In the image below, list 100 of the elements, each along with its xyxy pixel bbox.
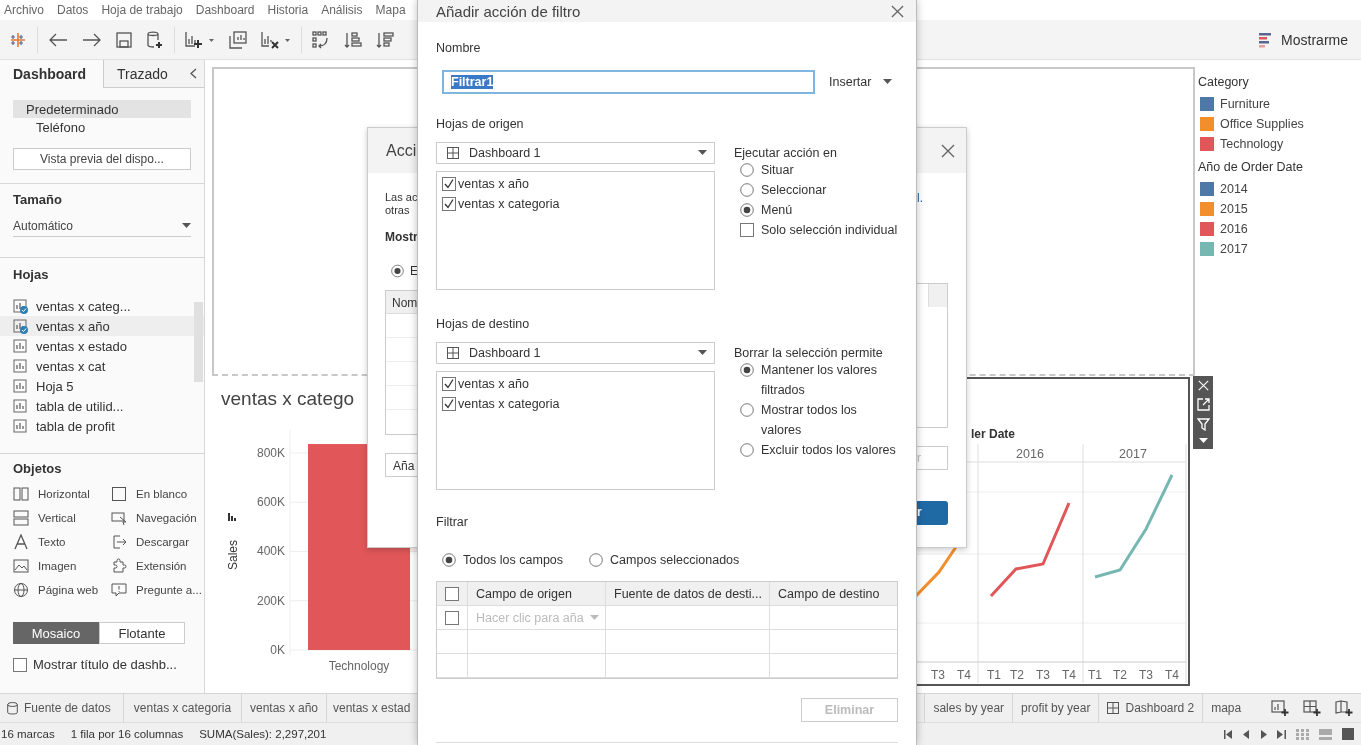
checkbox[interactable]	[740, 223, 754, 237]
new-data-source-icon[interactable]	[146, 30, 164, 49]
device-preview-button[interactable]: Vista previa del dispo...	[13, 148, 191, 170]
close-icon[interactable]	[891, 4, 904, 18]
sheet-item[interactable]: tabla de utilid...	[0, 396, 204, 416]
radio-label: Excluir todos los valores	[761, 442, 896, 459]
object-item[interactable]: Imagen	[13, 558, 111, 574]
sheet-icon	[13, 359, 27, 373]
row-checkbox[interactable]	[445, 610, 459, 625]
new-worksheet-icon[interactable]	[1271, 700, 1289, 716]
back-arrow-icon[interactable]	[48, 31, 68, 48]
dialog-title: Acci	[385, 141, 418, 161]
last-page-icon[interactable]	[1277, 729, 1286, 739]
popout-icon[interactable]	[1196, 398, 1210, 411]
sheet-item[interactable]: ventas x categ...	[0, 296, 204, 316]
device-item[interactable]: Teléfono	[13, 118, 191, 136]
radio-button[interactable]	[391, 264, 404, 278]
object-item[interactable]: Página web	[13, 582, 111, 598]
close-icon[interactable]	[941, 143, 955, 158]
section-title: Tamaño	[13, 192, 63, 207]
swap-icon[interactable]	[312, 30, 330, 49]
new-story-icon[interactable]	[1335, 700, 1353, 716]
tableau-logo-icon[interactable]	[9, 30, 27, 49]
sheet-item[interactable]: tabla de profit	[0, 416, 204, 436]
radio-button[interactable]	[740, 403, 754, 417]
select-all-checkbox[interactable]	[445, 586, 459, 601]
save-icon[interactable]	[116, 31, 132, 48]
checkbox[interactable]	[442, 197, 456, 211]
sheet-tab[interactable]: ventas x estad	[327, 694, 411, 722]
sheet-source-dropdown[interactable]: Dashboard 1	[436, 342, 715, 364]
radio-button[interactable]	[740, 183, 754, 197]
layout-mode-toggle[interactable]: Mosaico	[13, 622, 99, 644]
sheet-source-dropdown[interactable]: Dashboard 1	[436, 142, 715, 164]
sheet-item[interactable]: ventas x año	[0, 316, 204, 336]
sort-icon[interactable]	[228, 513, 236, 521]
collapse-chevron-icon[interactable]	[190, 68, 197, 79]
panel-tab[interactable]: Trazado	[103, 60, 183, 88]
new-dashboard-icon[interactable]	[1303, 700, 1321, 716]
insert-dropdown[interactable]: Insertar	[829, 75, 893, 89]
sort-descending-icon[interactable]	[376, 30, 394, 49]
new-sheet-icon[interactable]	[185, 30, 215, 49]
layout-mode-toggle[interactable]: Flotante	[99, 622, 185, 644]
checkbox-label: Mostrar título de dashb...	[33, 657, 177, 672]
menu-item[interactable]: Hoja de trabajo	[101, 3, 183, 17]
caret-icon	[182, 222, 191, 229]
show-me-button[interactable]: Mostrarme	[1281, 31, 1348, 48]
extension-object-icon	[111, 558, 127, 574]
device-item[interactable]: Predeterminado	[13, 100, 191, 118]
sheet-item[interactable]: Hoja 5	[0, 376, 204, 396]
ask-object-icon	[111, 582, 127, 598]
horizontal-object-icon	[13, 486, 29, 502]
checkbox[interactable]	[442, 177, 456, 191]
filter-icon[interactable]	[1196, 418, 1210, 431]
menu-item[interactable]: Mapa	[375, 3, 406, 17]
radio-button[interactable]	[740, 443, 754, 457]
section-title: Hojas	[13, 267, 50, 282]
object-item[interactable]: Extensión	[111, 558, 202, 574]
checkbox-label: ventas x categoria	[458, 397, 560, 411]
status-text: 1 fila por 16 columnas	[70, 728, 184, 740]
show-me-icon[interactable]	[1259, 31, 1274, 48]
radio-button[interactable]	[589, 553, 604, 567]
clear-sheet-icon[interactable]	[261, 30, 291, 49]
size-dropdown[interactable]: Automático	[13, 215, 191, 237]
menu-item[interactable]: Archivo	[4, 3, 44, 17]
legend-title: Category	[1198, 75, 1250, 89]
axis-tick-label: 600K	[256, 495, 285, 510]
radio-button[interactable]	[740, 203, 754, 217]
previous-page-icon[interactable]	[1243, 729, 1250, 739]
sort-ascending-icon[interactable]	[344, 30, 362, 49]
checkbox[interactable]	[13, 657, 27, 672]
ok-button[interactable]: r	[916, 501, 948, 525]
object-item[interactable]: En blanco	[111, 486, 202, 502]
menu-item[interactable]: Historia	[267, 3, 309, 17]
first-page-icon[interactable]	[1224, 729, 1233, 739]
checkbox[interactable]	[442, 397, 456, 411]
object-item[interactable]: Vertical	[13, 510, 111, 526]
sheet-item[interactable]: ventas x estado	[0, 336, 204, 356]
category-label: Technology	[328, 659, 390, 673]
menu-item[interactable]: Dashboard	[195, 3, 255, 17]
menu-item[interactable]: Datos	[57, 3, 89, 17]
chart-title: ventas x catego	[221, 388, 355, 411]
checkbox-label: Solo selección individual	[761, 222, 898, 239]
radio-button[interactable]	[442, 553, 456, 567]
forward-arrow-icon[interactable]	[82, 31, 102, 48]
duplicate-sheet-icon[interactable]	[229, 30, 247, 49]
object-item[interactable]: Texto	[13, 534, 111, 550]
sheet-item[interactable]: ventas x cat	[0, 356, 204, 376]
scrollbar[interactable]	[194, 302, 203, 382]
radio-button[interactable]	[740, 363, 754, 377]
object-item[interactable]: Navegación	[111, 510, 202, 526]
next-page-icon[interactable]	[1260, 729, 1267, 739]
object-item[interactable]: Pregunte a...	[111, 582, 202, 598]
object-item[interactable]: Horizontal	[13, 486, 111, 502]
menu-item[interactable]: Análisis	[321, 3, 363, 17]
object-item[interactable]: Descargar	[111, 534, 202, 550]
link[interactable]: l.	[916, 191, 966, 205]
radio-button[interactable]	[740, 163, 754, 177]
name-input-field[interactable]: Filtrar1	[442, 70, 815, 94]
legend-label: 2017	[1220, 242, 1248, 256]
checkbox[interactable]	[442, 377, 456, 391]
